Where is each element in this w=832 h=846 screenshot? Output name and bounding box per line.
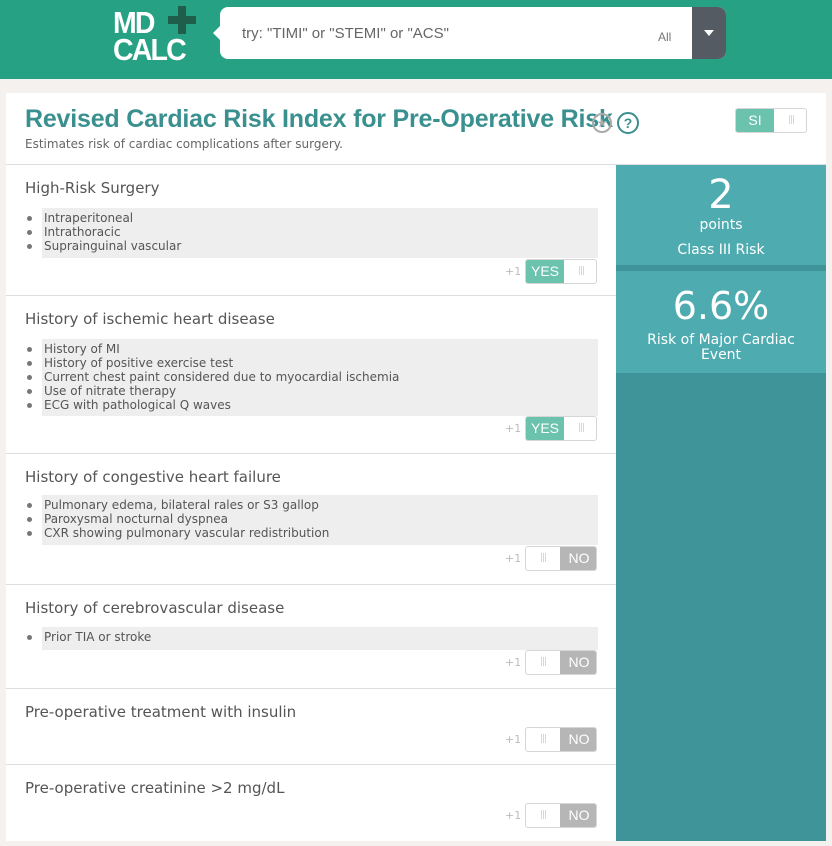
toggle-yes-label: YES: [526, 260, 564, 283]
toggle-grip-icon: |||: [787, 115, 795, 125]
criterion-detail-item: History of positive exercise test: [27, 356, 598, 370]
toggle-yes-label: YES: [526, 417, 564, 440]
criterion-detail-item: Pulmonary edema, bilateral rales or S3 g…: [27, 498, 598, 512]
criterion-cerebrovascular-disease: History of cerebrovascular disease Prior…: [6, 585, 616, 689]
criterion-detail-item: Intrathoracic: [27, 225, 598, 239]
criterion-title: High-Risk Surgery: [25, 179, 160, 197]
points-value: +1: [505, 422, 522, 435]
si-toggle-label: SI: [736, 109, 774, 132]
criterion-insulin-treatment: Pre-operative treatment with insulin +1 …: [6, 689, 616, 765]
criterion-details: Prior TIA or stroke: [27, 627, 598, 650]
result-panel: 2 points Class III Risk 6.6% Risk of Maj…: [616, 165, 826, 841]
toggle-no-label: NO: [560, 804, 596, 827]
risk-label: Risk of Major Cardiac Event: [647, 332, 795, 363]
points-value: +1: [505, 552, 522, 565]
creatinine-toggle[interactable]: ||| NO: [525, 803, 597, 828]
calculator-card: Revised Cardiac Risk Index for Pre-Opera…: [6, 93, 826, 841]
risk-result: 6.6% Risk of Major Cardiac Event: [616, 271, 826, 373]
points-value: +1: [505, 733, 522, 746]
page-title: Revised Cardiac Risk Index for Pre-Opera…: [25, 105, 613, 133]
si-units-toggle[interactable]: SI |||: [735, 108, 807, 133]
criterion-details: History of MI History of positive exerci…: [27, 339, 598, 416]
points-value: +1: [505, 265, 522, 278]
search-scope-label[interactable]: All: [658, 30, 671, 44]
toggle-grip-icon: |||: [539, 810, 547, 820]
cerebrovascular-disease-toggle[interactable]: ||| NO: [525, 650, 597, 675]
toggle-no-label: NO: [560, 728, 596, 751]
insulin-treatment-toggle[interactable]: ||| NO: [525, 727, 597, 752]
criteria-list: High-Risk Surgery Intraperitoneal Intrat…: [6, 165, 616, 841]
criterion-title: Pre-operative treatment with insulin: [25, 703, 297, 721]
criterion-details: Intraperitoneal Intrathoracic Supraingui…: [27, 208, 598, 258]
plus-icon: [168, 6, 196, 34]
criterion-detail-item: Current chest paint considered due to my…: [27, 370, 598, 384]
toggle-grip-icon: |||: [539, 657, 547, 667]
top-navigation-bar: MD CALC All: [0, 0, 832, 79]
criterion-detail-item: ECG with pathological Q waves: [27, 398, 598, 412]
points-value: +1: [505, 656, 522, 669]
criterion-detail-item: Paroxysmal nocturnal dyspnea: [27, 512, 598, 526]
criterion-title: History of cerebrovascular disease: [25, 599, 285, 617]
risk-class: Class III Risk: [677, 242, 765, 258]
score-result: 2 points Class III Risk: [616, 165, 826, 269]
criterion-detail-item: Intraperitoneal: [27, 211, 598, 225]
toggle-grip-icon: |||: [539, 553, 547, 563]
criterion-high-risk-surgery: High-Risk Surgery Intraperitoneal Intrat…: [6, 165, 616, 296]
high-risk-surgery-toggle[interactable]: YES |||: [525, 259, 597, 284]
criterion-title: Pre-operative creatinine >2 mg/dL: [25, 779, 285, 797]
criterion-creatinine: Pre-operative creatinine >2 mg/dL +1 |||…: [6, 765, 616, 841]
score-value: 2: [708, 172, 734, 218]
criterion-detail-item: Use of nitrate therapy: [27, 384, 598, 398]
logo-text-calc: CALC: [113, 32, 187, 67]
page-subtitle: Estimates risk of cardiac complications …: [25, 137, 343, 151]
points-value: +1: [505, 809, 522, 822]
criterion-title: History of congestive heart failure: [25, 468, 281, 486]
toggle-grip-icon: |||: [577, 266, 585, 276]
search-scope-dropdown-button[interactable]: [692, 7, 726, 59]
toggle-no-label: NO: [560, 651, 596, 674]
criterion-ischemic-heart-disease: History of ischemic heart disease Histor…: [6, 296, 616, 454]
criterion-detail-item: History of MI: [27, 342, 598, 356]
ischemic-heart-disease-toggle[interactable]: YES |||: [525, 416, 597, 441]
score-unit: points: [699, 217, 743, 233]
criterion-detail-item: CXR showing pulmonary vascular redistrib…: [27, 526, 598, 540]
search-input[interactable]: [242, 21, 632, 45]
criterion-detail-item: Prior TIA or stroke: [27, 630, 598, 644]
criterion-congestive-heart-failure: History of congestive heart failure Pulm…: [6, 454, 616, 585]
criterion-title: History of ischemic heart disease: [25, 310, 275, 328]
criterion-details: Pulmonary edema, bilateral rales or S3 g…: [27, 495, 598, 545]
calculator-header: Revised Cardiac Risk Index for Pre-Opera…: [6, 93, 826, 165]
favorite-star-icon[interactable]: ★: [592, 113, 612, 133]
toggle-grip-icon: |||: [539, 734, 547, 744]
help-question-icon[interactable]: ?: [617, 112, 639, 134]
search-bar: All: [220, 7, 726, 59]
toggle-no-label: NO: [560, 547, 596, 570]
mdcalc-logo[interactable]: MD CALC: [113, 6, 203, 66]
toggle-grip-icon: |||: [577, 423, 585, 433]
risk-percent: 6.6%: [672, 284, 770, 328]
congestive-heart-failure-toggle[interactable]: ||| NO: [525, 546, 597, 571]
criterion-detail-item: Suprainguinal vascular: [27, 239, 598, 253]
